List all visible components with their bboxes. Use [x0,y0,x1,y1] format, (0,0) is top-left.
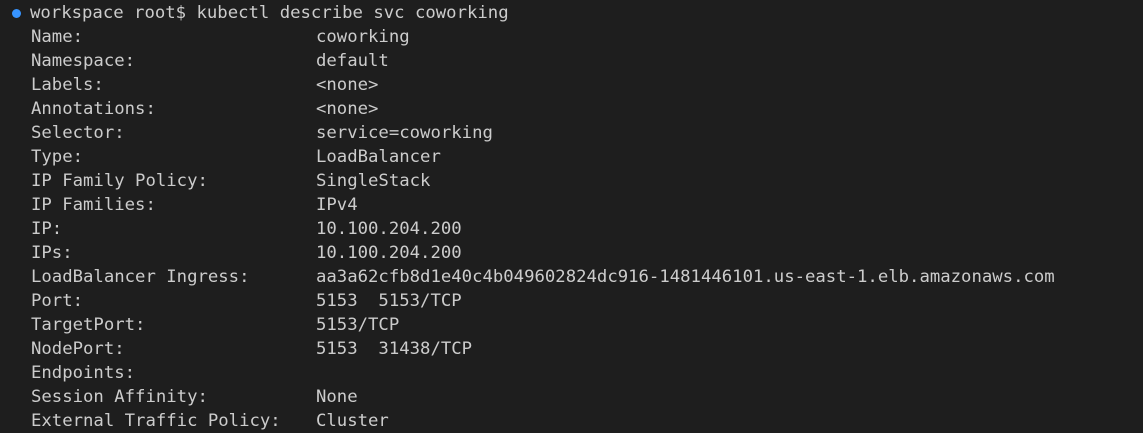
output-row: Labels: <none> [31,73,1131,97]
output-row: IP Family Policy: SingleStack [31,169,1131,193]
output-key: Annotations: [31,99,156,119]
output-key: TargetPort: [31,315,146,335]
output-value: 5153 31438/TCP [316,339,473,359]
output-key: IPs: [31,243,73,263]
output-row: Port: 5153 5153/TCP [31,289,1131,313]
output-key: Name: [31,27,84,47]
output-value: SingleStack [316,171,431,191]
output-key: Port: [31,291,84,311]
output-row: Endpoints: [31,361,1131,385]
output-value: aa3a62cfb8d1e40c4b049602824dc916-1481446… [316,267,1055,287]
output-value: <none> [316,99,379,119]
command-text: kubectl describe svc coworking [196,3,509,23]
output-value: LoadBalancer [316,147,441,167]
output-value: 5153/TCP [316,315,400,335]
shell-prompt: workspace root$ [30,3,187,23]
output-value: 10.100.204.200 [316,243,462,263]
output-row: IPs: 10.100.204.200 [31,241,1131,265]
output-value: <none> [316,75,379,95]
output-row: Name: coworking [31,25,1131,49]
output-row: Selector: service=coworking [31,121,1131,145]
output-row: NodePort: 5153 31438/TCP [31,337,1131,361]
output-row: Namespace: default [31,49,1131,73]
status-dot-icon [12,8,21,18]
output-key: IP Families: [31,195,156,215]
output-value: None [316,387,358,407]
output-value: default [316,51,389,71]
output-key: Session Affinity: [31,387,208,407]
output-key: IP: [31,219,63,239]
output-row: IP: 10.100.204.200 [31,217,1131,241]
command-output: Name: coworking Namespace: default Label… [31,25,1131,433]
output-key: LoadBalancer Ingress: [31,267,250,287]
output-key: External Traffic Policy: [31,411,281,431]
output-value: Cluster [316,411,389,431]
output-key: NodePort: [31,339,125,359]
output-value: 10.100.204.200 [316,219,462,239]
output-value: 5153 5153/TCP [316,291,462,311]
output-row: External Traffic Policy: Cluster [31,409,1131,433]
output-row: Session Affinity: None [31,385,1131,409]
output-key: Labels: [31,75,104,95]
output-value: service=coworking [316,123,493,143]
output-key: Endpoints: [31,363,136,383]
output-row: Annotations: <none> [31,97,1131,121]
output-key: Type: [31,147,84,167]
output-key: Namespace: [31,51,136,71]
terminal-panel[interactable]: workspace root$ kubectl describe svc cow… [0,0,1143,431]
output-key: Selector: [31,123,125,143]
output-row: Type: LoadBalancer [31,145,1131,169]
output-value: coworking [316,27,410,47]
output-row: IP Families: IPv4 [31,193,1131,217]
output-row: TargetPort: 5153/TCP [31,313,1131,337]
output-row: LoadBalancer Ingress: aa3a62cfb8d1e40c4b… [31,265,1131,289]
output-key: IP Family Policy: [31,171,208,191]
command-prompt-line: workspace root$ kubectl describe svc cow… [12,1,509,25]
output-value: IPv4 [316,195,358,215]
